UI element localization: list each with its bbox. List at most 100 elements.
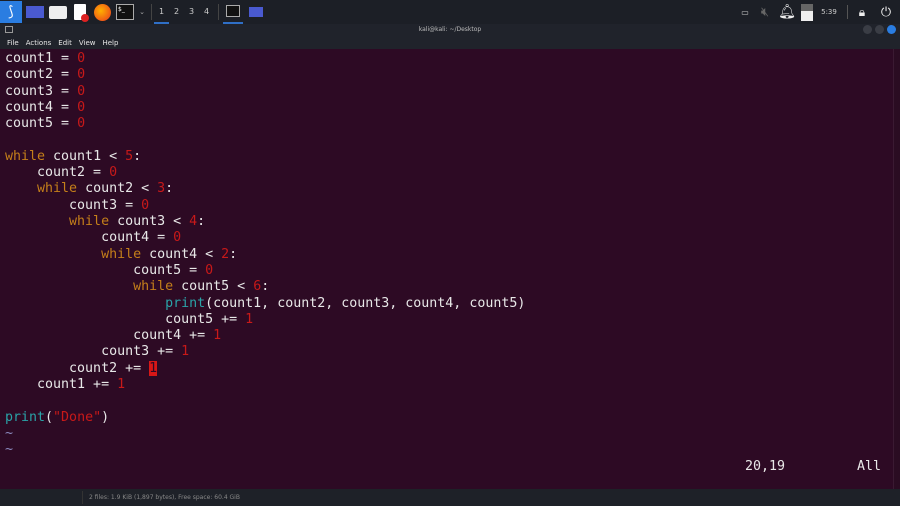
code-token: : [165,181,174,197]
chevron-down-icon[interactable]: ⌄ [138,1,146,23]
code-line: count5 = 0 [5,263,213,279]
desktop-icon[interactable] [25,1,45,23]
code-token: 0 [77,99,86,115]
code-token: 0 [77,116,86,132]
code-token: count2 < [77,181,158,197]
code-line: count1 = 0 [5,51,85,67]
code-line: count5 += 1 [5,312,253,328]
kali-menu-icon[interactable]: ⟆ [0,1,22,23]
code-line: count4 += 1 [5,328,221,344]
code-token: (count1, count2, count3, count4, count5) [205,295,526,311]
code-token: count4 = [5,99,78,115]
code-token: ) [101,409,110,425]
code-token: : [261,279,270,295]
task-desktop[interactable] [246,1,266,23]
menu-actions[interactable]: Actions [26,39,52,47]
code-token: count2 += [5,360,150,376]
code-token: 0 [205,262,214,278]
code-line: while count3 < 4: [5,214,205,230]
code-token: while [5,148,46,164]
minimize-button[interactable] [863,25,872,34]
menu-file[interactable]: File [7,39,19,47]
code-line: count5 = 0 [5,116,85,132]
menu-view[interactable]: View [79,39,96,47]
menu-help[interactable]: Help [102,39,118,47]
code-line: ~ [5,442,13,458]
code-line: while count5 < 6: [5,279,269,295]
code-token: 0 [173,230,182,246]
display-icon[interactable]: ▭ [738,1,752,23]
task-terminal[interactable] [223,0,243,24]
code-token: count3 = [5,83,78,99]
code-line: count2 = 0 [5,165,117,181]
code-line: print("Done") [5,410,109,426]
workspace-3[interactable]: 3 [184,0,199,24]
code-token: count4 < [141,246,222,262]
code-line: count1 += 1 [5,377,125,393]
window-titlebar: kali@kali: ~/Desktop [0,24,900,36]
code-token: count1 = [5,51,78,66]
workspace-4[interactable]: 4 [199,0,214,24]
code-token: 2 [221,246,230,262]
code-token: ( [45,409,54,425]
close-button[interactable] [887,25,896,34]
code-token: print [5,409,46,425]
code-line: count2 += 1 [5,360,158,377]
code-token: count3 += [5,344,182,360]
taskbar: ⟆ $_ ⌄ 1 2 3 4 ▭ 🔇︎ 🔔︎ 5:39 🔒︎ ⏻ [0,0,900,24]
code-token: count5 = [5,262,206,278]
status-text: 2 files: 1.9 KiB (1,897 bytes), Free spa… [89,494,240,501]
code-token: 0 [141,197,150,213]
scrollbar[interactable] [893,49,900,489]
code-token: count5 += [5,311,246,327]
code-line: ~ [5,426,13,442]
code-line: count4 = 0 [5,100,85,116]
code-line: count2 = 0 [5,67,85,83]
code-token: while [5,181,78,197]
code-token: count3 = [5,197,142,213]
code-token: : [229,246,238,262]
maximize-button[interactable] [875,25,884,34]
code-token: : [133,148,142,164]
code-token: print [5,295,206,311]
volume-muted-icon[interactable]: 🔇︎ [755,1,775,23]
firefox-icon[interactable] [92,1,112,23]
menu-bar: File Actions Edit View Help [0,36,900,49]
code-token: 0 [77,83,86,99]
logout-icon[interactable]: ⏻ [875,1,897,23]
code-token: while [5,279,174,295]
code-token: count2 = [5,165,110,181]
code-token: while [5,214,110,229]
code-line: while count4 < 2: [5,247,237,263]
code-token: 0 [77,67,86,83]
folder-icon[interactable] [48,1,68,23]
code-token: count5 = [5,116,78,132]
terminal-icon[interactable]: $_ [115,1,135,23]
code-token: 3 [157,181,166,197]
workspace-1[interactable]: 1 [154,0,169,24]
code-token: ~ [5,425,14,441]
battery-icon[interactable] [799,1,815,23]
scroll-indicator: All [857,459,882,474]
status-bar: 2 files: 1.9 KiB (1,897 bytes), Free spa… [0,489,900,506]
menu-edit[interactable]: Edit [58,39,72,47]
terminal-editor[interactable]: count1 = 0 count2 = 0 count3 = 0 count4 = 0… [0,49,893,489]
code-token: 1 [117,377,126,392]
text-editor-icon[interactable] [71,1,89,23]
notification-bell-icon[interactable]: 🔔︎ [778,1,796,23]
code-line: count3 = 0 [5,84,85,100]
code-token: 1 [213,328,222,344]
clock[interactable]: 5:39 [818,1,840,23]
code-token: ~ [5,442,14,458]
code-token: 1 [245,311,254,327]
code-token: count5 < [173,279,254,295]
code-line: count4 = 0 [5,230,181,246]
workspace-2[interactable]: 2 [169,0,184,24]
text-cursor: 1 [149,360,158,376]
code-token: 5 [125,148,134,164]
code-token: count1 += [5,377,118,392]
lock-icon[interactable]: 🔒︎ [852,1,872,23]
code-token: : [197,214,206,229]
code-token: count4 += [5,328,214,344]
terminal-window-icon [5,26,13,33]
